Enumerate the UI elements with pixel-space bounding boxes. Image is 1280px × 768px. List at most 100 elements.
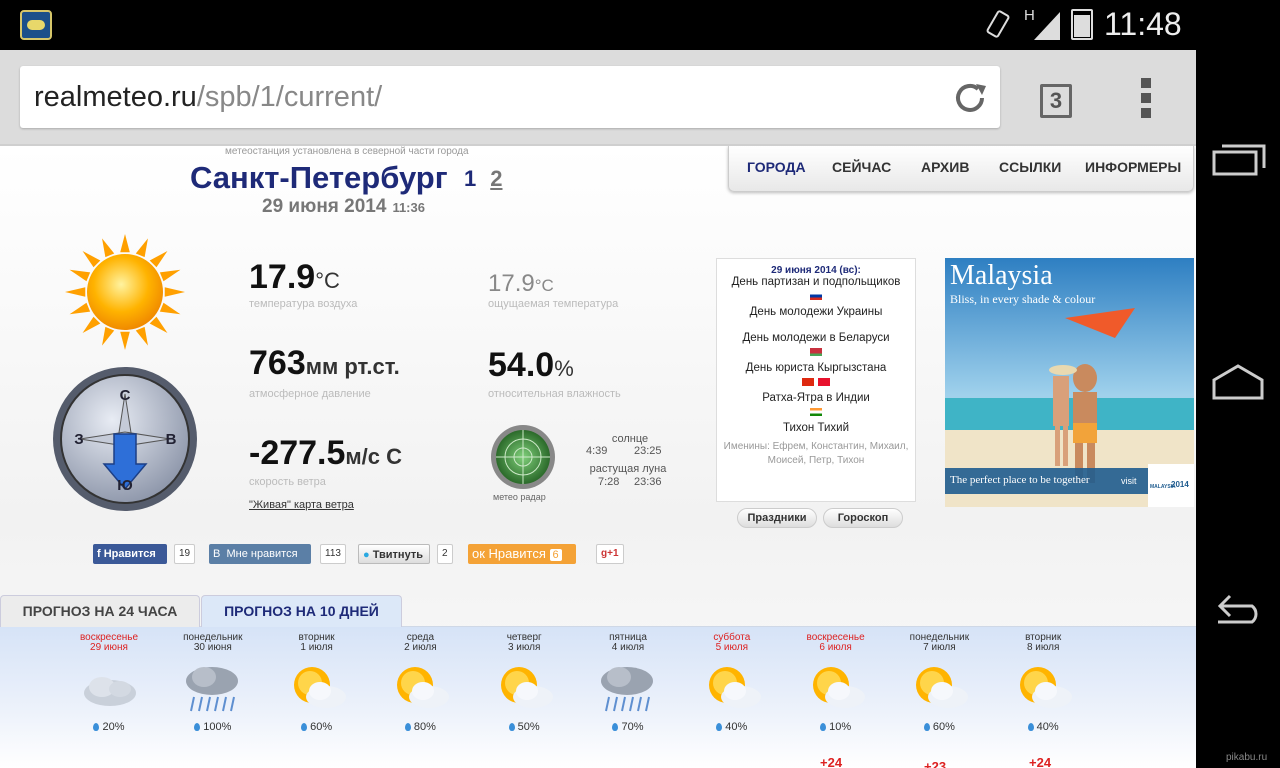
forecast-day[interactable]: пятница 4 июля 70% (583, 633, 673, 733)
forecast-day[interactable]: воскресенье 29 июня 20% (64, 633, 154, 734)
holidays-header: 29 июня 2014 (вс): (771, 265, 861, 276)
compass-e: В (166, 431, 177, 448)
nav-informers[interactable]: ИНФОРМЕРЫ (1085, 159, 1181, 175)
ad-subtitle: Bliss, in every shade & colour (950, 292, 1096, 306)
reload-icon[interactable] (950, 78, 990, 118)
temperature-reading: 17.9°C (249, 258, 340, 296)
holiday-item[interactable]: День молодежи в Беларуси (717, 332, 915, 344)
nav-links[interactable]: ССЫЛКИ (999, 159, 1061, 175)
vk-count: 113 (320, 544, 346, 564)
nav-archive[interactable]: АРХИВ (921, 159, 969, 175)
forecast-date: 3 июля (507, 642, 541, 653)
current-date: 29 июня 2014 (262, 196, 387, 217)
forecast-day[interactable]: среда 2 июля 80% (375, 633, 465, 733)
rain-icon (185, 667, 238, 712)
partly-cloudy-icon (708, 667, 761, 708)
partly-cloudy-icon (812, 667, 865, 708)
sunset-time: 23:25 (634, 445, 662, 457)
pressure-reading: 763мм рт.ст. (249, 344, 400, 382)
status-bar: H 11:48 (0, 0, 1280, 50)
forecast-day[interactable]: воскресенье 6 июля 10% (791, 633, 881, 734)
partly-cloudy-icon (293, 667, 346, 708)
home-icon[interactable] (1208, 362, 1268, 402)
system-nav-bar (1196, 50, 1280, 768)
forecast-day[interactable]: понедельник 30 июня 100% (168, 633, 258, 734)
forecast-date: 7 июля (923, 642, 956, 653)
holidays-button[interactable]: Праздники (737, 508, 817, 528)
holiday-item[interactable]: Тихон Тихий (717, 422, 915, 434)
back-icon[interactable] (1208, 586, 1268, 626)
watermark: pikabu.ru (1226, 752, 1268, 763)
moonset-time: 23:36 (634, 476, 662, 488)
forecast-day[interactable]: вторник 8 июля 40% (998, 633, 1088, 733)
ad-title: Malaysia (950, 260, 1053, 291)
browser-toolbar: realmeteo.ru/spb/1/current/ 3 (0, 50, 1196, 146)
nav-now[interactable]: СЕЙЧАС (832, 159, 891, 175)
feels-like-reading: 17.9°C (488, 270, 554, 297)
partly-cloudy-icon (916, 667, 969, 708)
precip-chance: 20% (64, 721, 154, 733)
precip-chance: 50% (479, 721, 569, 733)
forecast-temp: +24 (820, 755, 843, 768)
tab-forecast-10d[interactable]: ПРОГНОЗ НА 10 ДНЕЙ (201, 595, 402, 627)
forecast-date: 8 июля (1026, 642, 1060, 653)
date-line: 29 июня 2014 11:36 (262, 196, 425, 218)
holiday-item[interactable]: День юриста Кыргызстана (717, 362, 915, 374)
china-flag-icon (802, 377, 814, 386)
precip-chance: 100% (168, 721, 258, 733)
wind-compass: С З В Ю (53, 367, 197, 511)
vk-like-button[interactable]: В Мне нравится (209, 544, 311, 564)
precip-chance: 60% (894, 721, 984, 733)
forecast-date: 5 июля (715, 642, 749, 653)
overflow-menu-icon[interactable] (1141, 78, 1155, 120)
facebook-like-button[interactable]: f Нравится (93, 544, 167, 564)
facebook-count: 19 (174, 544, 196, 564)
tweet-button[interactable]: ● Твитнуть (358, 544, 430, 564)
belarus-flag-icon (810, 347, 822, 356)
address-bar[interactable]: realmeteo.ru/spb/1/current/ (20, 66, 1000, 128)
google-plus-button[interactable]: g+1 (596, 544, 624, 564)
tabs-button[interactable]: 3 (1040, 84, 1072, 118)
malaysia-ad-banner[interactable]: Malaysia Bliss, in every shade & colour … (945, 258, 1194, 507)
ad-tagline: The perfect place to be together (950, 474, 1090, 486)
current-time: 11:36 (392, 200, 425, 215)
precip-chance: 70% (583, 721, 673, 733)
status-clock: 11:48 (1104, 6, 1182, 42)
india-flag-icon (810, 407, 822, 416)
forecast-day[interactable]: суббота 5 июля 40% (687, 633, 777, 733)
station-link-1[interactable]: 1 (464, 166, 476, 191)
forecast-date: 29 июня (90, 642, 128, 653)
humidity-label: относительная влажность (488, 388, 621, 400)
russia-flag-icon (810, 291, 822, 300)
social-buttons: f Нравится 19 В Мне нравится 113 ● Твитн… (0, 544, 700, 568)
humidity-reading: 54.0% (488, 346, 574, 384)
holiday-item[interactable]: День молодежи Украины (717, 306, 915, 318)
tab-forecast-24h[interactable]: ПРОГНОЗ НА 24 ЧАСА (0, 595, 200, 627)
forecast-date: 2 июля (404, 642, 437, 653)
recent-apps-icon[interactable] (1208, 142, 1268, 182)
forecast-day[interactable]: вторник 1 июля 60% (272, 633, 362, 733)
forecast-day[interactable]: понедельник 7 июля 60% (894, 633, 984, 734)
radar-icon[interactable] (488, 424, 558, 490)
rain-icon (601, 667, 653, 712)
compass-n: С (120, 387, 131, 404)
holiday-item[interactable]: День партизан и подпольщиков (717, 276, 915, 288)
tweet-count: 2 (437, 544, 453, 564)
sun-label: солнце (611, 433, 649, 445)
holiday-item[interactable]: Ратха-Ятра в Индии (717, 392, 915, 404)
compass-w: З (74, 431, 83, 448)
app-notification-icon (20, 10, 52, 40)
forecast-date: 6 июля (819, 642, 852, 653)
wind-map-link[interactable]: "Живая" карта ветра (249, 499, 354, 511)
pressure-label: атмосферное давление (249, 388, 371, 400)
ad-visit: visit (1121, 476, 1137, 486)
forecast-day[interactable]: четверг 3 июля 50% (479, 633, 569, 733)
station-link-2[interactable]: 2 (490, 166, 502, 191)
precip-chance: 10% (791, 721, 881, 733)
namedays: Именины: Ефрем, Константин, Михаил, Моисе… (723, 441, 909, 466)
feels-like-label: ощущаемая температура (488, 298, 619, 310)
horoscope-button[interactable]: Гороскоп (823, 508, 903, 528)
nav-cities[interactable]: ГОРОДА (747, 159, 806, 175)
ok-like-button[interactable]: ок Нравится 6 (468, 544, 576, 564)
battery-icon (1071, 9, 1093, 40)
